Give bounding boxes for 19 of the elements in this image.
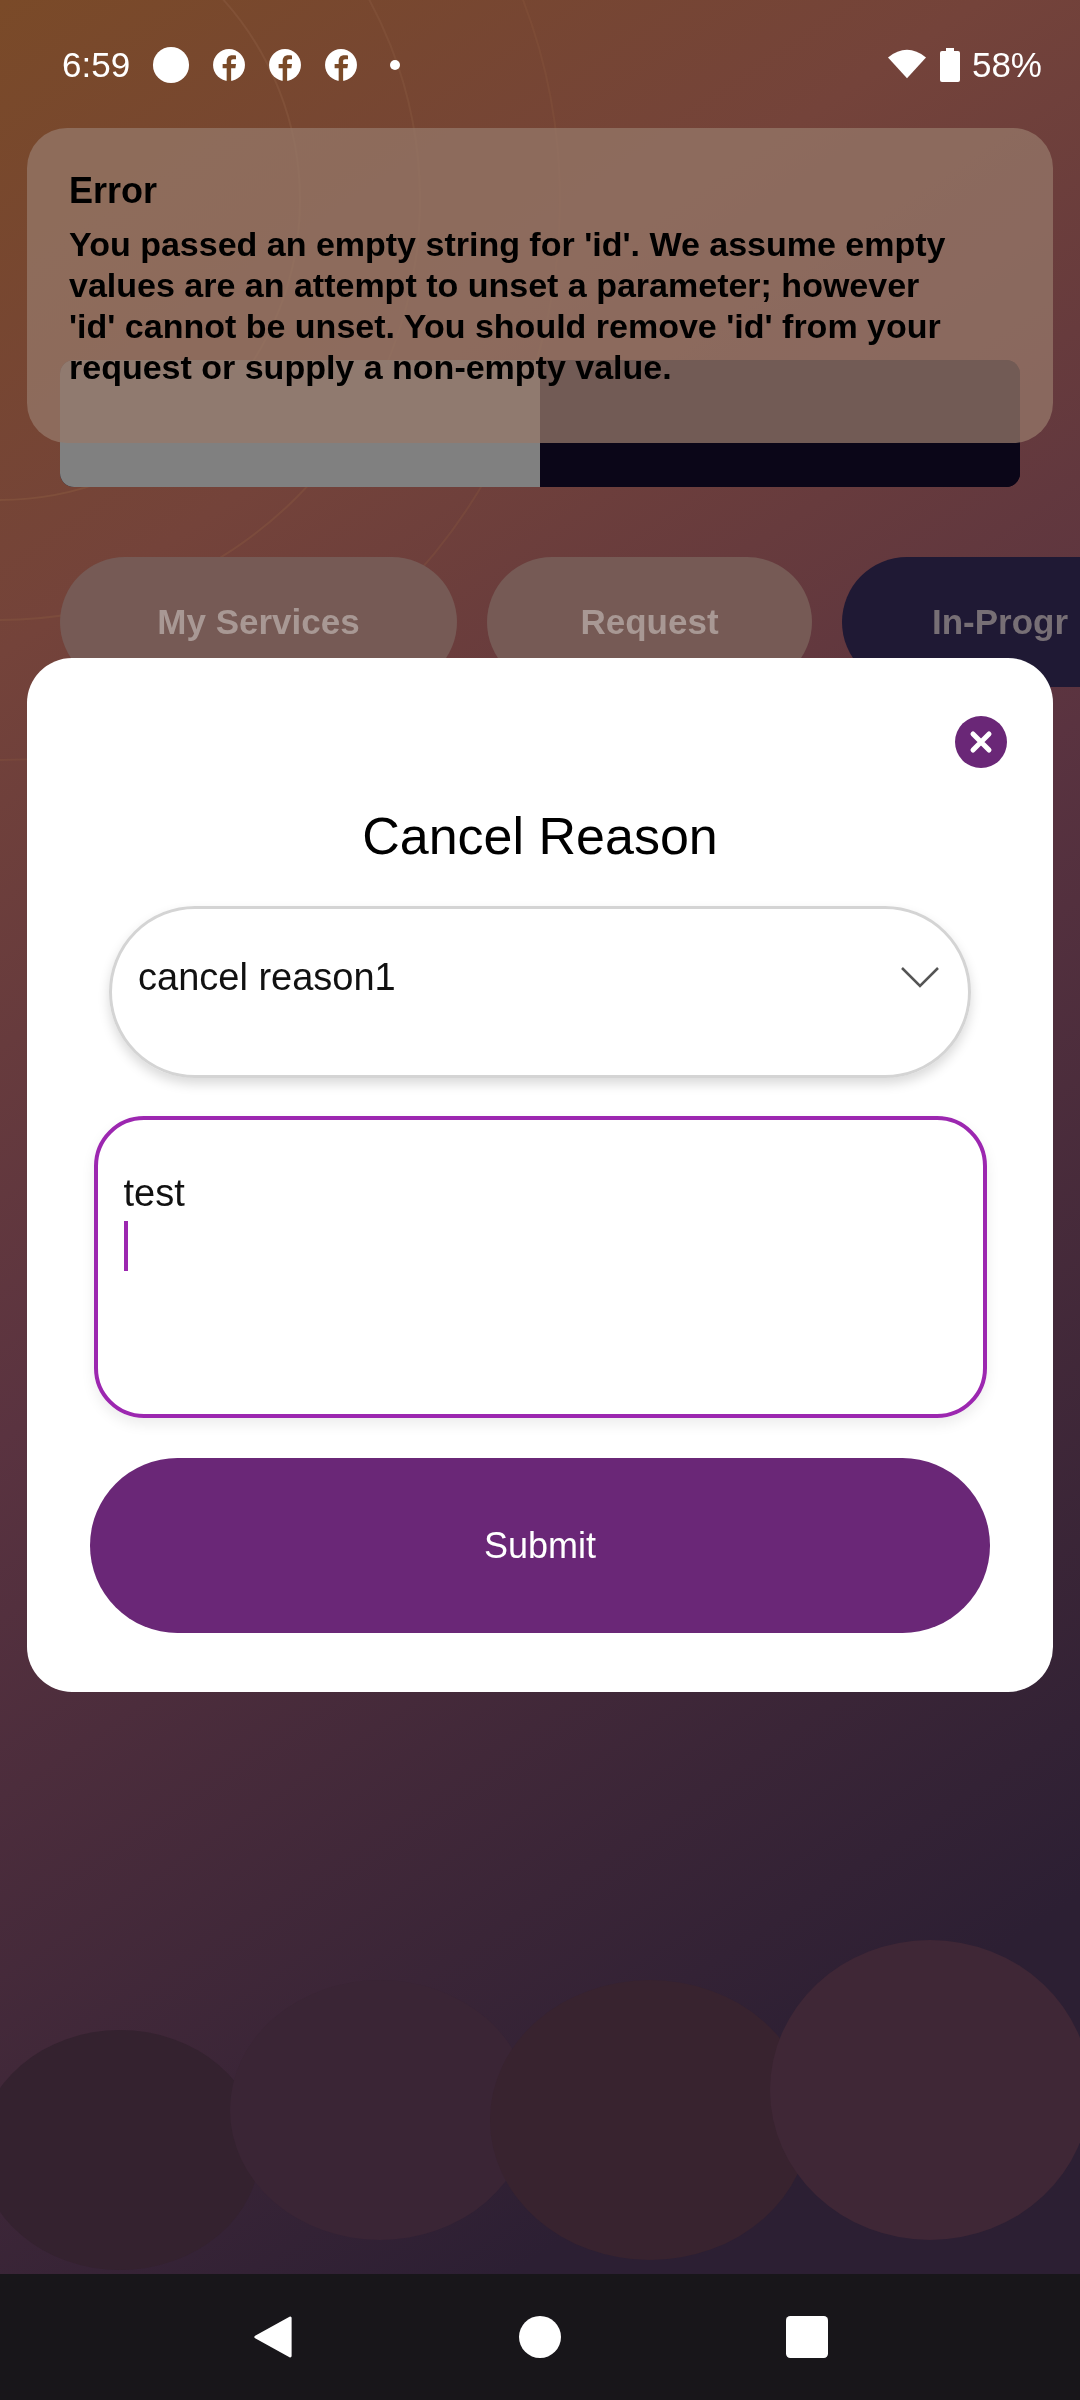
battery-percent: 58% <box>971 45 1042 85</box>
circle-icon <box>152 46 191 84</box>
toast-title: Error <box>69 170 159 212</box>
home-icon[interactable] <box>519 2316 561 2358</box>
note-field[interactable]: test <box>93 1116 987 1418</box>
wifi-icon <box>887 49 926 81</box>
toast-message: You passed an empty string for 'id'. We assume empty values are an attempt to unset a parameter; however 'id' cannot be unset. You should remove 'id' from your request or supply a non-empty value. <box>69 224 947 388</box>
facebook-icon <box>324 48 359 82</box>
chevron-down-icon <box>900 966 940 988</box>
facebook-icon <box>212 48 247 82</box>
status-time: 6:59 <box>62 45 131 85</box>
submit-button[interactable]: Submit <box>90 1458 990 1633</box>
dialog-title: Cancel Reason <box>362 806 718 866</box>
close-icon[interactable] <box>955 716 1007 768</box>
back-icon[interactable] <box>252 2316 294 2358</box>
dot-icon <box>390 60 401 70</box>
reason-dropdown[interactable]: cancel reason1 <box>109 906 971 1078</box>
facebook-icon <box>268 48 303 82</box>
battery-icon <box>939 48 960 82</box>
